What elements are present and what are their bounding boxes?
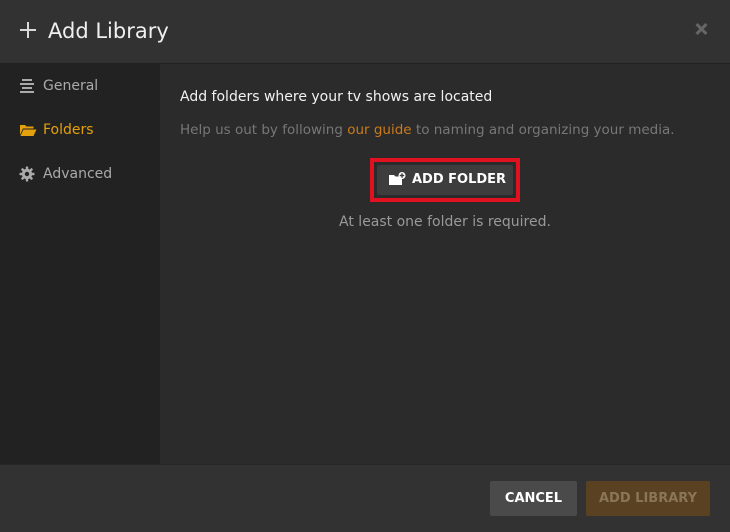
folders-panel: Add folders where your tv shows are loca… (160, 64, 730, 464)
sidebar-item-general[interactable]: General (0, 64, 160, 108)
sidebar-item-advanced[interactable]: Advanced (0, 152, 160, 196)
add-library-label: ADD LIBRARY (599, 491, 697, 506)
add-folder-button[interactable]: ADD FOLDER (377, 165, 513, 195)
add-library-button[interactable]: ADD LIBRARY (586, 481, 710, 516)
dialog-title: Add Library (48, 19, 169, 43)
panel-heading: Add folders where your tv shows are loca… (180, 89, 493, 105)
cancel-label: CANCEL (504, 491, 563, 506)
dialog-footer: CANCEL ADD LIBRARY (0, 464, 730, 532)
sidebar-item-label: Advanced (43, 166, 113, 182)
cancel-button[interactable]: CANCEL (490, 481, 577, 516)
folder-plus-icon (388, 172, 406, 187)
folder-icon (19, 122, 37, 138)
sidebar-item-label: Folders (43, 122, 94, 138)
help-text-prefix: Help us out by following (180, 122, 348, 138)
add-folder-label: ADD FOLDER (412, 172, 507, 187)
plus-icon (20, 22, 36, 38)
add-library-dialog: Add Library General Folders Advanced Add… (0, 0, 730, 532)
help-text-suffix: to naming and organizing your media. (411, 122, 675, 138)
general-lines-icon (19, 78, 35, 94)
gear-icon (19, 166, 35, 182)
sidebar-item-label: General (43, 78, 99, 94)
close-icon[interactable] (690, 18, 712, 40)
help-text: Help us out by following our guide to na… (180, 121, 675, 139)
dialog-header: Add Library (0, 0, 730, 64)
sidebar-item-folders[interactable]: Folders (0, 108, 160, 152)
guide-link[interactable]: our guide (347, 122, 411, 138)
sidebar: General Folders Advanced (0, 64, 160, 464)
required-note: At least one folder is required. (339, 214, 551, 230)
